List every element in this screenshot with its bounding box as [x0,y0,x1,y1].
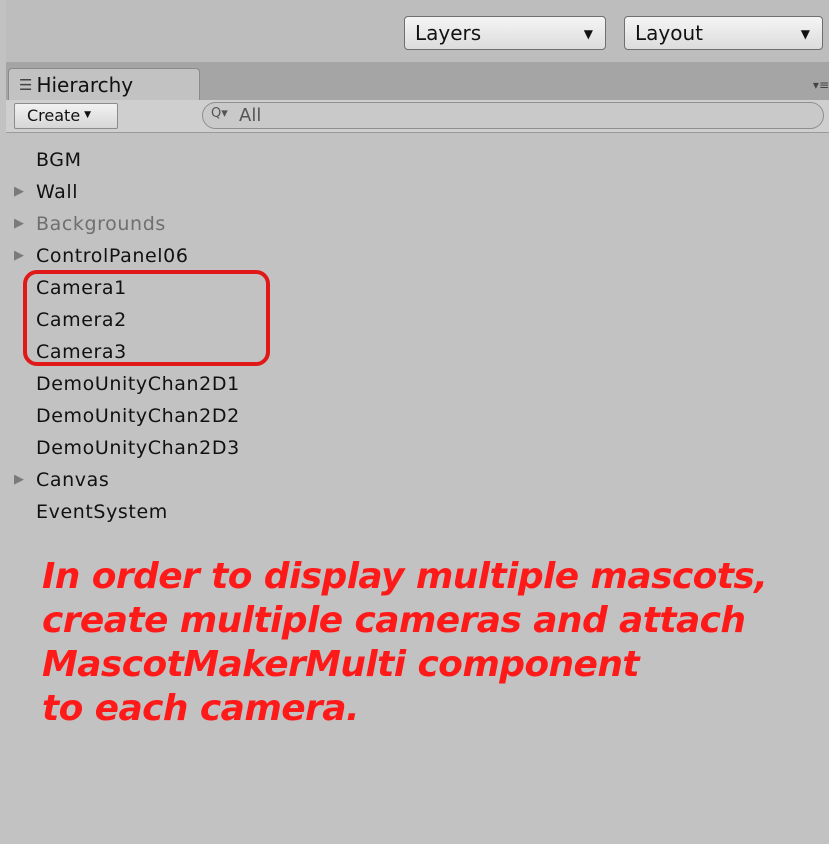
expand-arrow-icon[interactable]: ▶ [14,464,25,496]
panel-menu-icon[interactable]: ▾≡ [813,78,829,92]
layers-dropdown[interactable]: Layers ▼ [404,16,606,50]
caret-down-icon: ▼ [84,110,92,120]
list-item-label: Backgrounds [36,213,166,235]
expand-arrow-icon[interactable]: ▶ [14,176,25,208]
layout-dropdown-label: Layout [635,21,703,45]
top-toolbar: Layers ▼ Layout ▼ [6,0,829,62]
list-item-label: DemoUnityChan2D1 [36,373,240,395]
list-item-label: Wall [36,181,79,203]
hierarchy-toolbar: Create ▼ Q▾ [6,100,829,133]
list-item-label: BGM [36,149,82,171]
annotation-line: In order to display multiple mascots, [42,556,768,597]
chevron-down-icon: ▼ [800,27,810,41]
expand-arrow-icon[interactable]: ▶ [14,240,25,272]
list-item-label: EventSystem [36,501,168,523]
tab-hierarchy[interactable]: ☰ Hierarchy [8,68,200,100]
list-item-label: DemoUnityChan2D3 [36,437,240,459]
create-button-label: Create [27,106,81,125]
annotation-text: In order to display multiple mascots, cr… [42,555,822,731]
list-item-label: DemoUnityChan2D2 [36,405,240,427]
expand-arrow-icon[interactable]: ▶ [14,208,25,240]
annotation-line: to each camera. [42,688,360,729]
tab-hierarchy-label: Hierarchy [36,73,134,97]
tab-row: ☰ Hierarchy ▾≡ [6,62,829,100]
hierarchy-list-icon: ☰ [19,76,33,94]
editor-frame: Layers ▼ Layout ▼ ☰ Hierarchy ▾≡ Create ▼ … [6,0,829,844]
create-button[interactable]: Create ▼ [14,103,118,129]
search-field[interactable]: Q▾ [202,102,824,129]
layout-dropdown[interactable]: Layout ▼ [624,16,823,50]
annotation-line: MascotMakerMulti component [42,644,640,685]
list-item-label: ControlPanel06 [36,245,189,267]
list-item-label: Canvas [36,469,110,491]
search-input[interactable] [239,104,799,126]
chevron-down-icon: ▼ [583,27,593,41]
layers-dropdown-label: Layers [415,21,482,45]
search-icon: Q▾ [211,106,228,121]
annotation-line: create multiple cameras and attach [42,600,746,641]
camera-highlight-box [23,270,270,366]
